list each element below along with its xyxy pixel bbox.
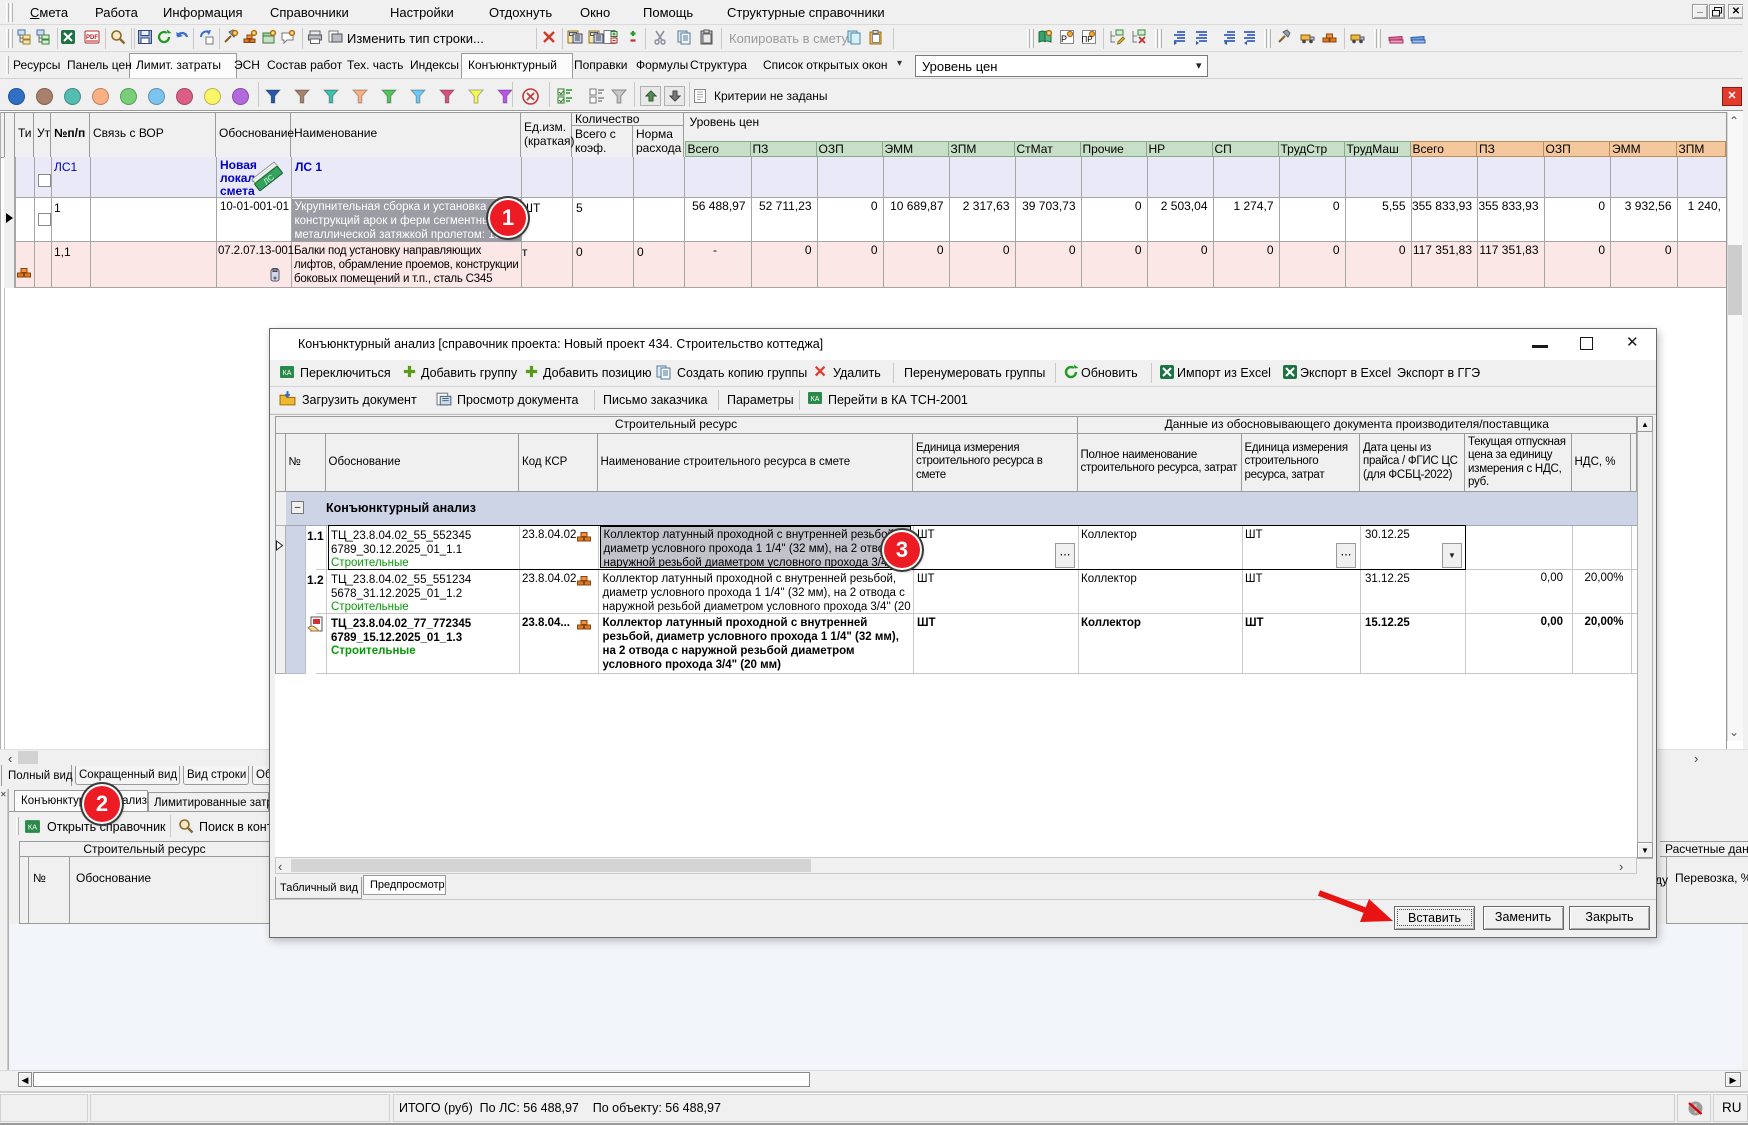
svg-text:КА: КА [283, 370, 292, 377]
svg-text:КА: КА [811, 396, 820, 403]
svg-text:P: P [1061, 34, 1067, 44]
svg-text:PDF: PDF [86, 35, 98, 41]
svg-text:КА: КА [28, 823, 37, 832]
svg-text:ПР: ПР [1081, 35, 1092, 44]
